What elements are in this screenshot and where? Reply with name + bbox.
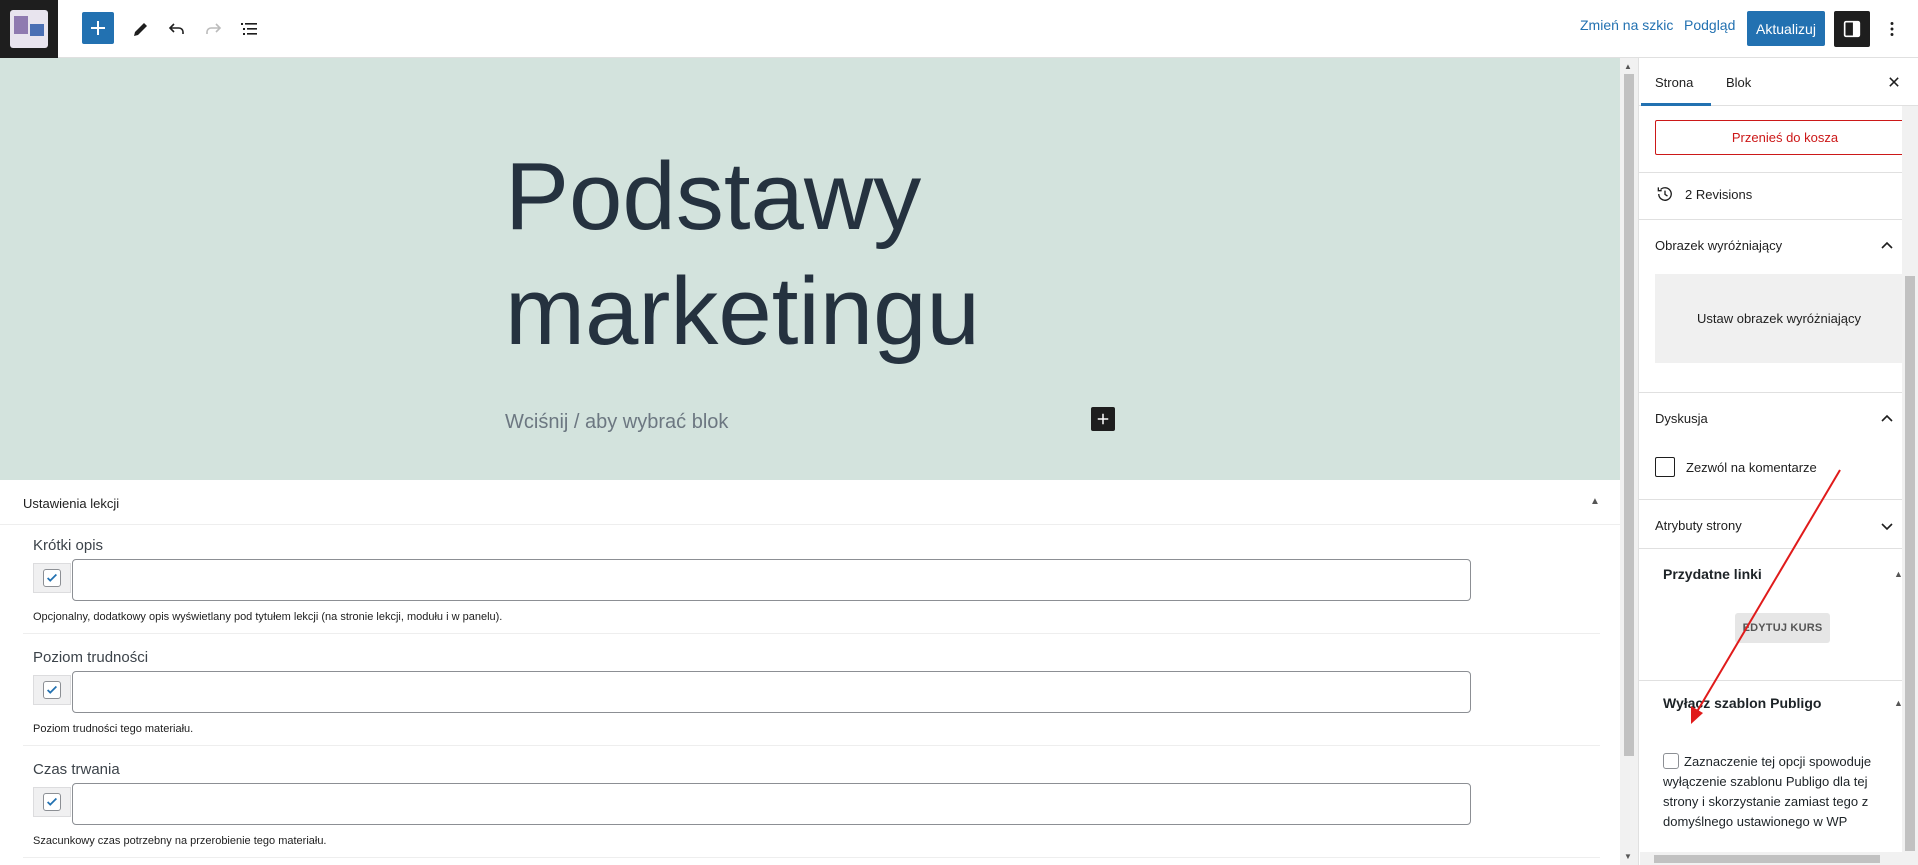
plus-icon	[91, 21, 105, 35]
list-view-icon	[241, 23, 257, 35]
editor-toolbar: Zmień na szkic Podgląd Aktualizuj	[0, 0, 1918, 58]
sidebar-scrollbar[interactable]	[1902, 106, 1918, 865]
field-toggle[interactable]	[33, 787, 71, 817]
field-toggle[interactable]	[33, 675, 71, 705]
field-description: Opcjonalny, dodatkowy opis wyświetlany p…	[33, 611, 503, 623]
field-label: Poziom trudności	[33, 649, 149, 666]
history-icon	[1657, 187, 1672, 201]
divider	[1639, 392, 1903, 393]
site-icon-button[interactable]	[0, 0, 58, 58]
disable-template-title: Wyłącz szablon Publigo	[1663, 695, 1822, 711]
switch-to-draft-button[interactable]: Zmień na szkic	[1580, 17, 1673, 33]
cover-block[interactable]: Podstawy marketingu Wciśnij / aby wybrać…	[0, 58, 1620, 480]
preview-button[interactable]: Podgląd	[1684, 17, 1735, 33]
divider	[1639, 548, 1903, 549]
lesson-settings-metabox: Ustawienia lekcji ▲ Krótki opis Opcjonal…	[0, 480, 1620, 865]
checkbox-checked-icon	[43, 793, 61, 811]
divider	[23, 633, 1600, 634]
divider	[1639, 172, 1903, 173]
metabox-header[interactable]: Ustawienia lekcji ▲	[0, 480, 1620, 525]
divider	[1639, 219, 1903, 220]
checkbox-checked-icon	[43, 681, 61, 699]
post-title-line-1: Podstawy	[505, 143, 922, 250]
close-icon	[1889, 77, 1899, 87]
plus-icon	[1097, 413, 1109, 425]
page-attributes-panel-title[interactable]: Atrybuty strony	[1655, 518, 1742, 533]
sidebar-horizontal-scrollbar[interactable]	[1640, 852, 1902, 865]
settings-sidebar: Strona Blok Przenieś do kosza 2 Revision…	[1638, 58, 1918, 865]
chevron-up-icon[interactable]	[1879, 411, 1895, 427]
divider	[23, 745, 1600, 746]
field-label: Czas trwania	[33, 761, 120, 778]
tools-button[interactable]	[124, 12, 158, 46]
field-description: Poziom trudności tego materiału.	[33, 723, 194, 735]
post-title-line-2: marketingu	[505, 258, 980, 365]
redo-icon	[206, 23, 222, 34]
active-tab-indicator	[1641, 103, 1711, 106]
tab-page[interactable]: Strona	[1655, 75, 1693, 90]
allow-comments-checkbox[interactable]	[1655, 457, 1675, 477]
set-featured-image-button[interactable]: Ustaw obrazek wyróżniający	[1655, 274, 1903, 363]
add-block-button[interactable]	[82, 12, 114, 44]
sidebar-tabs: Strona Blok	[1639, 58, 1918, 106]
edit-course-button[interactable]: EDYTUJ KURS	[1735, 613, 1830, 643]
close-sidebar-button[interactable]	[1882, 70, 1906, 94]
featured-image-panel-title[interactable]: Obrazek wyróżniający	[1655, 238, 1782, 253]
scrollbar-thumb[interactable]	[1624, 74, 1634, 756]
disable-template-label: Zaznaczenie tej opcji spowoduje wyłączen…	[1663, 754, 1872, 829]
pencil-icon	[134, 23, 147, 36]
scroll-up-arrow-icon[interactable]: ▲	[1624, 62, 1632, 71]
undo-button[interactable]	[160, 12, 194, 46]
revisions-label: 2 Revisions	[1685, 186, 1753, 202]
settings-sidebar-toggle[interactable]	[1834, 11, 1870, 47]
divider	[23, 857, 1600, 858]
metabox-title: Ustawienia lekcji	[23, 496, 120, 511]
scrollbar-thumb[interactable]	[1654, 855, 1880, 863]
field-toggle[interactable]	[33, 563, 71, 593]
sidebar-toggle-icon	[1843, 20, 1861, 38]
options-menu-button[interactable]	[1880, 13, 1904, 45]
redo-button[interactable]	[196, 12, 230, 46]
block-placeholder[interactable]: Wciśnij / aby wybrać blok	[505, 411, 728, 434]
difficulty-input[interactable]	[72, 671, 1471, 713]
field-description: Szacunkowy czas potrzebny na przerobieni…	[33, 835, 327, 847]
site-logo-icon	[10, 10, 48, 48]
checkbox-checked-icon	[43, 569, 61, 587]
move-to-trash-button[interactable]: Przenieś do kosza	[1655, 120, 1915, 155]
scroll-down-arrow-icon[interactable]: ▼	[1624, 852, 1632, 861]
more-vertical-icon	[1890, 22, 1894, 36]
chevron-up-icon[interactable]	[1879, 238, 1895, 254]
block-inserter-button[interactable]	[1091, 407, 1115, 431]
disable-template-checkbox[interactable]	[1663, 753, 1679, 769]
update-button[interactable]: Aktualizuj	[1747, 11, 1825, 46]
divider	[1639, 499, 1903, 500]
scrollbar-thumb[interactable]	[1905, 276, 1915, 851]
editor-scrollbar[interactable]: ▲ ▼	[1620, 58, 1638, 865]
useful-links-title: Przydatne linki	[1663, 566, 1762, 582]
disable-template-option: Zaznaczenie tej opcji spowoduje wyłączen…	[1663, 752, 1893, 832]
field-label: Krótki opis	[33, 537, 104, 554]
divider	[1639, 680, 1903, 681]
collapse-triangle-icon[interactable]: ▲	[1590, 496, 1600, 507]
revisions-link[interactable]: 2 Revisions	[1655, 184, 1752, 204]
editor-canvas: Podstawy marketingu Wciśnij / aby wybrać…	[0, 58, 1620, 865]
allow-comments-label: Zezwól na komentarze	[1686, 459, 1817, 475]
chevron-down-icon[interactable]	[1879, 518, 1895, 534]
allow-comments-row[interactable]: Zezwól na komentarze	[1655, 457, 1817, 477]
post-title[interactable]: Podstawy marketingu	[505, 139, 1305, 369]
undo-icon	[168, 23, 184, 34]
discussion-panel-title[interactable]: Dyskusja	[1655, 411, 1708, 426]
duration-input[interactable]	[72, 783, 1471, 825]
list-view-button[interactable]	[232, 12, 266, 46]
short-description-input[interactable]	[72, 559, 1471, 601]
tab-block[interactable]: Blok	[1726, 75, 1751, 90]
